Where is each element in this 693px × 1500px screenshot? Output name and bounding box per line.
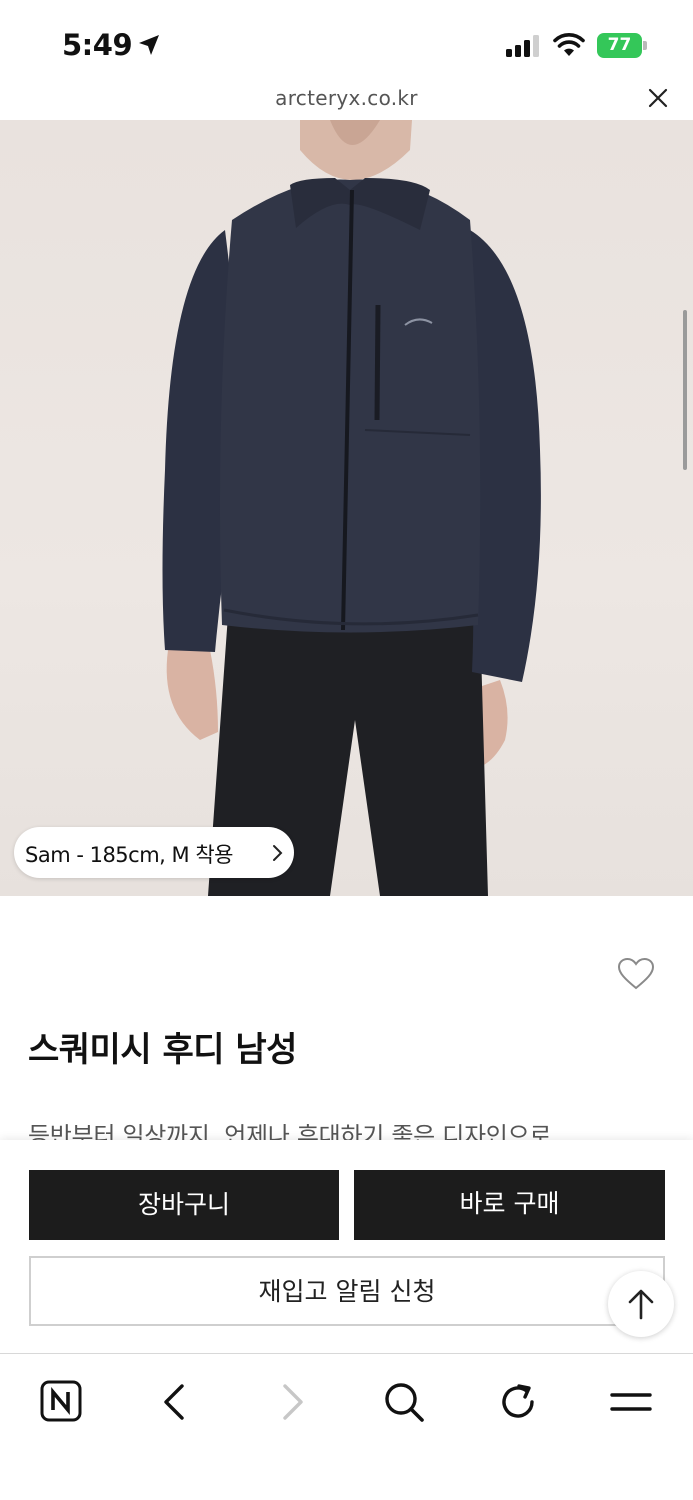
arrow-up-icon — [628, 1289, 654, 1320]
model-info-text: Sam - 185cm, M 착용 — [25, 843, 233, 867]
naver-icon[interactable] — [38, 1378, 86, 1426]
location-arrow-icon — [139, 35, 159, 55]
model-info-chip[interactable]: Sam - 185cm, M 착용 — [14, 827, 294, 878]
status-time: 5:49 — [62, 28, 133, 62]
product-title: 스쿼미시 후디 남성 — [28, 1030, 297, 1070]
product-image[interactable] — [0, 120, 693, 896]
forward-icon[interactable] — [267, 1378, 315, 1426]
browser-toolbar — [0, 1353, 693, 1500]
scroll-to-top-button[interactable] — [608, 1271, 674, 1337]
wishlist-heart-icon[interactable] — [617, 957, 655, 991]
menu-icon[interactable] — [607, 1378, 655, 1426]
add-to-cart-button[interactable]: 장바구니 — [29, 1170, 339, 1240]
jacket-illustration — [162, 120, 541, 896]
refresh-icon[interactable] — [494, 1378, 542, 1426]
battery-level: 77 — [607, 35, 632, 55]
image-scrollbar[interactable] — [683, 310, 687, 470]
battery-indicator: 77 — [597, 33, 647, 58]
chevron-right-icon — [273, 845, 283, 861]
wifi-icon — [553, 33, 585, 56]
restock-alert-button[interactable]: 재입고 알림 신청 — [29, 1256, 665, 1326]
buy-now-button[interactable]: 바로 구매 — [354, 1170, 665, 1240]
url-text[interactable]: arcteryx.co.kr — [0, 86, 693, 110]
search-icon[interactable] — [380, 1378, 428, 1426]
back-icon[interactable] — [152, 1378, 200, 1426]
close-icon[interactable] — [647, 87, 669, 109]
url-bar[interactable]: arcteryx.co.kr — [0, 86, 693, 120]
battery-tip — [643, 41, 647, 50]
cellular-signal-icon — [506, 35, 539, 57]
status-bar: 5:49 77 — [0, 0, 693, 86]
